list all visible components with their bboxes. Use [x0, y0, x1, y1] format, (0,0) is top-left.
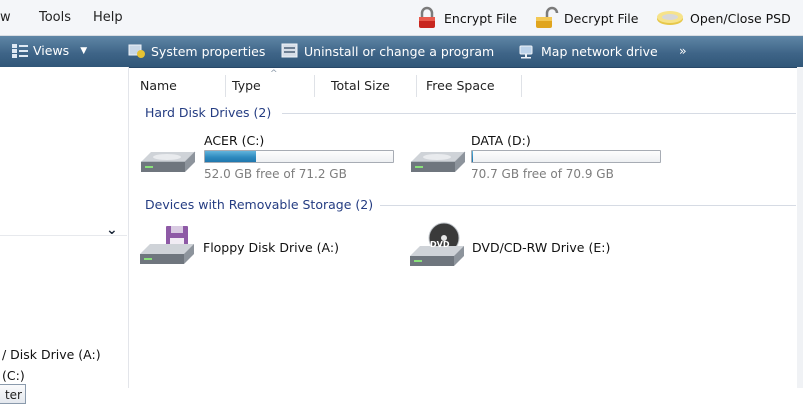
column-header: Name Type ^ Total Size Free Space [130, 69, 803, 99]
map-network-drive-label: Map network drive [541, 43, 658, 59]
hard-drive-icon [141, 151, 196, 172]
more-commands-button[interactable]: » [679, 43, 687, 58]
padlock-encrypt-icon [419, 6, 435, 28]
column-separator[interactable] [521, 75, 522, 97]
column-separator[interactable] [314, 75, 315, 97]
nav-item-floppy[interactable]: / Disk Drive (A:) [2, 347, 101, 362]
system-properties-icon [128, 44, 145, 58]
uninstall-label: Uninstall or change a program [304, 43, 495, 59]
column-name[interactable]: Name [140, 78, 177, 93]
drive-c-free-text: 52.0 GB free of 71.2 GB [204, 167, 347, 181]
system-properties-label: System properties [151, 43, 266, 59]
floppy-drive-icon [140, 226, 194, 264]
nav-computer-button[interactable]: ter [0, 384, 26, 404]
map-network-drive-button[interactable]: Map network drive [518, 43, 658, 59]
column-separator[interactable] [225, 75, 226, 97]
menu-tools[interactable]: Tools [39, 10, 71, 25]
encrypt-file-button[interactable]: Encrypt File [415, 6, 517, 30]
drive-c-label: ACER (C:) [204, 133, 265, 148]
disk-drive-icon [657, 11, 683, 25]
column-type[interactable]: Type [232, 78, 261, 93]
command-bar: Views ▼ System properties Uninstall or c… [0, 36, 803, 68]
group-divider [380, 205, 796, 206]
views-icon [12, 43, 28, 58]
encrypt-file-label: Encrypt File [444, 10, 517, 26]
column-total-size[interactable]: Total Size [331, 78, 390, 93]
menu-bar: w Tools Help Encrypt File Decrypt File O… [0, 0, 803, 36]
views-button[interactable]: Views ▼ [12, 43, 87, 58]
drive-c-usage-bar [204, 150, 394, 163]
drive-d-usage-fill [472, 151, 473, 162]
hard-drive-icon [411, 151, 466, 172]
system-properties-button[interactable]: System properties [128, 43, 265, 59]
chevron-down-icon: ▼ [80, 45, 88, 56]
nav-divider [0, 235, 127, 236]
group-hard-disks[interactable]: Hard Disk Drives (2) [145, 105, 271, 120]
decrypt-file-label: Decrypt File [564, 10, 639, 26]
decrypt-file-button[interactable]: Decrypt File [533, 6, 638, 30]
uninstall-program-button[interactable]: Uninstall or change a program [281, 43, 494, 59]
sort-arrow-icon: ^ [270, 69, 278, 79]
drive-c-usage-fill [205, 151, 256, 162]
column-separator[interactable] [416, 75, 417, 97]
drive-floppy-label: Floppy Disk Drive (A:) [203, 240, 339, 255]
views-label: Views [33, 43, 70, 58]
open-close-psd-button[interactable]: Open/Close PSD [655, 6, 791, 30]
more-commands-label: » [679, 43, 687, 58]
open-close-psd-label: Open/Close PSD [690, 10, 791, 26]
drive-d-label: DATA (D:) [471, 133, 531, 148]
dvd-badge: DVD [430, 240, 450, 249]
menu-help[interactable]: Help [93, 10, 123, 25]
group-removable[interactable]: Devices with Removable Storage (2) [145, 197, 373, 212]
drive-d-usage-bar [471, 150, 661, 163]
column-free-space[interactable]: Free Space [426, 78, 495, 93]
drive-d-free-text: 70.7 GB free of 70.9 GB [471, 167, 614, 181]
navigation-pane: ⌄ ter / Disk Drive (A:) (C:) [0, 67, 129, 404]
menu-view-partial[interactable]: w [0, 10, 11, 25]
group-divider [282, 113, 796, 114]
network-drive-icon [519, 45, 533, 59]
padlock-decrypt-icon [536, 6, 559, 28]
scrollbar-track[interactable] [797, 67, 803, 388]
uninstall-icon [281, 43, 298, 58]
nav-item-c[interactable]: (C:) [2, 368, 25, 383]
drive-dvd-label: DVD/CD-RW Drive (E:) [472, 240, 611, 255]
